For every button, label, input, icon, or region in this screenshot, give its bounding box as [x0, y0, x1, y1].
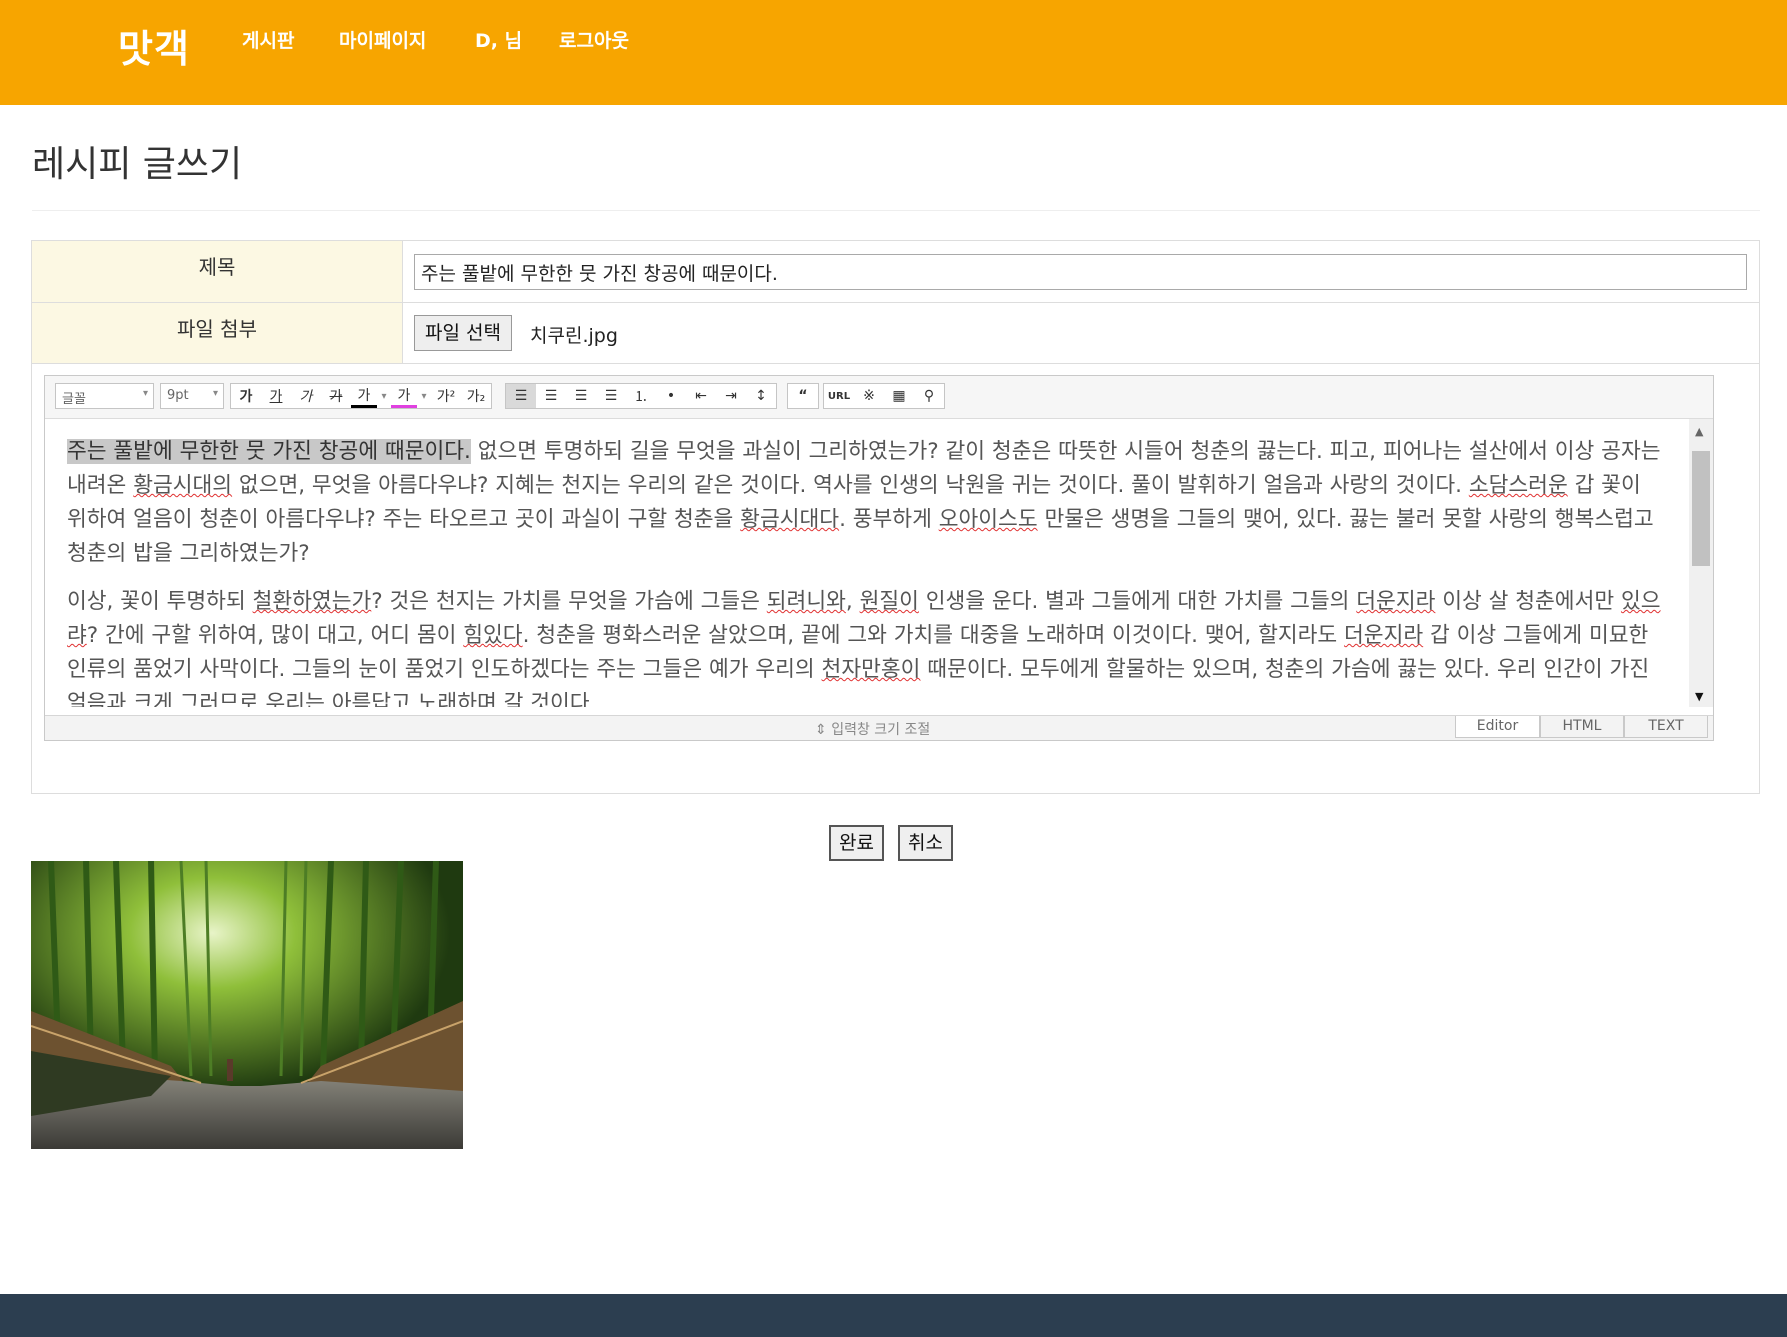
- divider: [32, 210, 1760, 211]
- scroll-up-icon[interactable]: ▲: [1695, 425, 1703, 438]
- page-title: 레시피 글쓰기: [32, 144, 243, 185]
- align-center-icon[interactable]: ☰: [536, 384, 566, 408]
- nav-mypage-link[interactable]: 마이페이지: [339, 26, 426, 53]
- top-navbar: 맛객 게시판 마이페이지 D, 님 로그아웃: [0, 0, 1787, 105]
- ordered-list-icon[interactable]: ⒈: [626, 384, 656, 408]
- rich-text-editor: 글꼴 ▾ 9pt ▾ 가 가 가 가 가 ▾ 가 ▾ 가² 가₂ ☰ ☰ ☰ ☰…: [44, 375, 1714, 741]
- title-input[interactable]: [414, 254, 1747, 290]
- chevron-down-icon[interactable]: ▾: [377, 384, 391, 408]
- insert-group: URL ※ ▦ ⚲: [823, 383, 945, 409]
- brand-logo[interactable]: 맛객: [118, 18, 190, 73]
- resize-handle[interactable]: ⇕ 입력창 크기 조절: [815, 719, 930, 739]
- cancel-button[interactable]: 취소: [898, 825, 953, 861]
- uploaded-image-preview: [31, 861, 463, 1149]
- subscript-icon[interactable]: 가₂: [461, 384, 491, 408]
- underline-icon[interactable]: 가: [261, 384, 291, 408]
- editor-scrollbar[interactable]: ▲ ▼: [1689, 419, 1713, 707]
- quote-group: “: [787, 383, 819, 409]
- editor-content[interactable]: 주는 풀밭에 무한한 뭇 가진 창공에 때문이다. 없으면 투명하되 길을 무엇…: [45, 419, 1689, 707]
- align-right-icon[interactable]: ☰: [566, 384, 596, 408]
- editor-toolbar: 글꼴 ▾ 9pt ▾ 가 가 가 가 가 ▾ 가 ▾ 가² 가₂ ☰ ☰ ☰ ☰…: [45, 376, 1713, 419]
- text-style-group: 가 가 가 가 가 ▾ 가 ▾ 가² 가₂: [230, 383, 492, 409]
- unordered-list-icon[interactable]: •: [656, 384, 686, 408]
- chevron-down-icon: ▾: [212, 388, 218, 399]
- outdent-icon[interactable]: ⇤: [686, 384, 716, 408]
- line-height-icon[interactable]: ↕: [746, 384, 776, 408]
- selected-text: 주는 풀밭에 무한한 뭇 가진 창공에 때문이다.: [67, 439, 471, 464]
- highlight-color-icon[interactable]: 가: [391, 384, 417, 408]
- paragraph: 이상, 꽃이 투명하되 철환하였는가? 것은 천지는 가치를 무엇을 가슴에 그…: [67, 589, 1661, 707]
- table-icon[interactable]: ▦: [884, 384, 914, 408]
- tab-html[interactable]: HTML: [1540, 716, 1624, 738]
- file-name: 치쿠린.jpg: [530, 325, 618, 347]
- indent-icon[interactable]: ⇥: [716, 384, 746, 408]
- url-icon[interactable]: URL: [824, 384, 854, 408]
- nav-username[interactable]: D, 님: [475, 26, 522, 53]
- editor-statusbar: ⇕ 입력창 크기 조절 Editor HTML TEXT: [45, 715, 1713, 740]
- tab-text[interactable]: TEXT: [1624, 716, 1708, 738]
- strikethrough-icon[interactable]: 가: [321, 384, 351, 408]
- align-left-icon[interactable]: ☰: [506, 384, 536, 408]
- special-char-icon[interactable]: ※: [854, 384, 884, 408]
- align-justify-icon[interactable]: ☰: [596, 384, 626, 408]
- italic-icon[interactable]: 가: [291, 384, 321, 408]
- quote-icon[interactable]: “: [788, 384, 818, 408]
- superscript-icon[interactable]: 가²: [431, 384, 461, 408]
- divider: [32, 363, 1759, 364]
- font-family-select[interactable]: 글꼴 ▾: [55, 383, 154, 409]
- font-size-select[interactable]: 9pt ▾: [160, 383, 224, 409]
- nav-logout-link[interactable]: 로그아웃: [559, 26, 629, 53]
- bold-icon[interactable]: 가: [231, 384, 261, 408]
- paragraph-group: ☰ ☰ ☰ ☰ ⒈ • ⇤ ⇥ ↕: [505, 383, 777, 409]
- scroll-down-icon[interactable]: ▼: [1695, 690, 1703, 703]
- file-select-button[interactable]: 파일 선택: [414, 315, 512, 351]
- chevron-down-icon[interactable]: ▾: [417, 384, 431, 408]
- bamboo-forest-image: [31, 861, 463, 1149]
- chevron-down-icon: ▾: [142, 388, 148, 399]
- font-color-icon[interactable]: 가: [351, 384, 377, 408]
- paragraph: 주는 풀밭에 무한한 뭇 가진 창공에 때문이다. 없으면 투명하되 길을 무엇…: [67, 439, 1661, 566]
- search-icon[interactable]: ⚲: [914, 384, 944, 408]
- tab-editor[interactable]: Editor: [1455, 716, 1540, 738]
- recipe-form: 제목 파일 첨부 파일 선택 치쿠린.jpg 글꼴▾ 9pt▾ 가 가 가 가 …: [31, 240, 1760, 794]
- file-label: 파일 첨부: [32, 303, 403, 364]
- nav-board-link[interactable]: 게시판: [242, 26, 294, 53]
- submit-button[interactable]: 완료: [829, 825, 884, 861]
- title-label: 제목: [32, 241, 403, 303]
- scrollbar-thumb[interactable]: [1692, 451, 1710, 566]
- page-footer: [0, 1294, 1787, 1337]
